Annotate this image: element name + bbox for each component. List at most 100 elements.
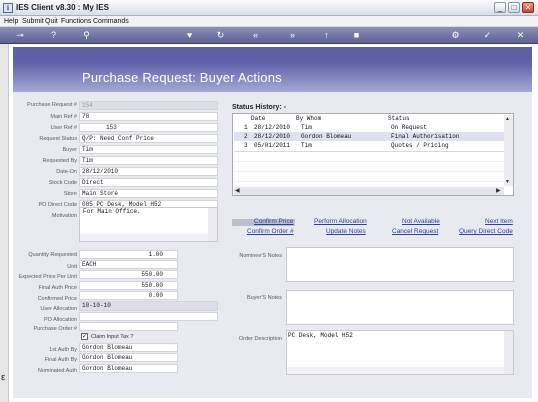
date-on-label: Date-On [56,169,77,175]
menu-functions[interactable]: Functions [61,16,91,27]
close-button[interactable]: ✕ [522,2,534,13]
nominee-notes-textarea[interactable] [286,247,514,282]
row-status: Final Authorisation [391,133,460,140]
empty-rows [234,151,504,187]
menu-commands[interactable]: Commands [93,16,129,27]
user-allocation-label: User Allocation [40,306,77,312]
buyer-notes-label: Buyer'S Notes [247,295,282,301]
final-auth-price-field[interactable]: 550.00 [79,281,178,290]
grid-vertical-scrollbar[interactable] [504,115,513,186]
buyer-notes-textarea[interactable] [286,290,514,325]
nominated-auth-field[interactable]: Gordon Blomeau [79,364,178,373]
first-auth-by-label: 1st Auth By [49,347,77,353]
cancel-request-link[interactable]: Cancel Request [392,228,438,236]
motivation-hscroll[interactable] [80,234,208,241]
maximize-button[interactable]: □ [508,2,520,13]
po-direct-code-label: PO Direct Code [38,202,77,208]
purchase-request-field: 154 [79,101,218,110]
column-header-status[interactable]: Status [388,115,410,122]
row-number: 2 [244,133,248,140]
stock-code-field[interactable]: Direct [79,178,218,187]
refresh-icon[interactable]: ↻ [214,29,227,42]
column-header-date[interactable]: Date [251,115,265,122]
scroll-up-icon[interactable]: ▲ [505,115,512,123]
main-ref-field[interactable]: 78 [79,112,218,121]
order-description-hscroll[interactable] [287,367,504,374]
buyer-label: Buyer [62,147,77,153]
confirm-order-link[interactable]: Confirm Order # [247,228,294,236]
po-allocation-field[interactable] [79,312,218,321]
last-record-icon[interactable]: » [286,29,299,42]
minimize-button[interactable]: _ [494,2,506,13]
row-number: 1 [244,124,248,131]
row-status: Quotes / Pricing [391,142,449,149]
first-auth-by-field[interactable]: Gordon Blomeau [79,343,178,352]
search-icon[interactable]: ⚲ [80,29,93,42]
unit-label: Unit [67,264,77,270]
update-notes-link[interactable]: Update Notes [326,228,366,236]
status-history-grid[interactable]: Date By Whom Status 1 28/12/2010 Tim On … [232,113,514,196]
requested-by-label: Requested By [42,158,77,164]
window-title: IES Client v8.30 : My IES [16,3,109,12]
confirm-price-link[interactable]: Confirm Price [254,218,293,226]
row-date: 28/12/2010 [254,133,291,140]
first-record-icon[interactable]: « [249,29,262,42]
row-number: 3 [244,142,248,149]
user-ref-label: User Ref # [50,125,77,131]
final-auth-price-label: Final Auth Price [38,285,77,291]
table-row[interactable]: 1 28/12/2010 Tim On Request [234,123,504,132]
purchase-order-label: Purchase Order # [33,326,77,332]
order-description-label: Order Description [238,336,282,342]
menu-submit[interactable]: Submit [22,16,44,27]
row-by-whom: Tim [301,124,312,131]
buyer-field[interactable]: Tim [79,145,218,154]
purchase-order-field[interactable] [79,322,178,331]
cancel-icon[interactable]: ✕ [514,29,527,42]
quantity-requested-field[interactable]: 1.00 [79,250,178,259]
table-row[interactable]: 3 05/01/2011 Tim Quotes / Pricing [234,141,504,150]
settings-icon[interactable]: ⚙ [449,29,462,42]
status-history-title: Status History: - [232,104,287,111]
scroll-left-icon[interactable]: ◀ [235,187,241,195]
requested-by-field[interactable]: Tim [79,156,218,165]
favorite-icon[interactable]: ♥ [183,29,196,42]
grid-horizontal-scrollbar[interactable] [234,187,504,195]
claim-input-tax-label: Claim Input Tax ? [91,334,134,340]
user-ref-field[interactable]: 153 [79,123,218,132]
perform-allocation-link[interactable]: Perform Allocation [314,218,367,226]
menu-quit[interactable]: Quit [45,16,58,27]
key-icon[interactable]: ⊸ [10,29,30,42]
table-row[interactable]: 2 28/12/2010 Gordon Blomeau Final Author… [234,132,504,141]
row-status: On Request [391,124,428,131]
unit-field[interactable]: EACH [79,260,178,269]
query-direct-code-link[interactable]: Query Direct Code [459,228,513,236]
expected-price-label: Expected Price Per Unit [18,274,77,280]
not-available-link[interactable]: Not Available [402,218,440,226]
scroll-right-icon[interactable]: ▶ [496,187,502,195]
scroll-down-icon[interactable]: ▼ [505,178,512,186]
next-item-link[interactable]: Next Item [485,218,513,226]
up-icon[interactable]: ↑ [320,29,333,42]
order-description-scrollbar[interactable] [504,331,513,374]
request-status-field[interactable]: Q/P: Need Conf Price [79,134,218,143]
row-by-whom: Gordon Blomeau [301,133,352,140]
claim-input-tax-checkbox[interactable]: ✓ [81,333,88,340]
banner-shine [13,47,532,64]
final-auth-by-field[interactable]: Gordon Blomeau [79,353,178,362]
user-allocation-field[interactable]: 10-10-10 [79,301,218,311]
side-strip [0,44,9,402]
help-icon[interactable]: ? [47,29,60,42]
expected-price-field[interactable]: 550.00 [79,270,178,279]
motivation-scrollbar[interactable] [208,208,217,241]
menu-help[interactable]: Help [4,16,18,27]
store-field[interactable]: Main Store [79,189,218,198]
row-date: 05/01/2011 [254,142,291,149]
confirm-icon[interactable]: ✓ [481,29,494,42]
date-on-field[interactable]: 28/12/2010 [79,167,218,176]
confirmed-price-label: Confirmed Price [37,296,77,302]
final-auth-by-label: Final Auth By [44,357,77,363]
column-header-by-whom[interactable]: By Whom [296,115,321,122]
nominated-auth-label: Nominated Auth [37,368,77,374]
stop-icon[interactable]: ■ [350,29,363,42]
confirmed-price-field[interactable]: 0.00 [79,291,178,300]
